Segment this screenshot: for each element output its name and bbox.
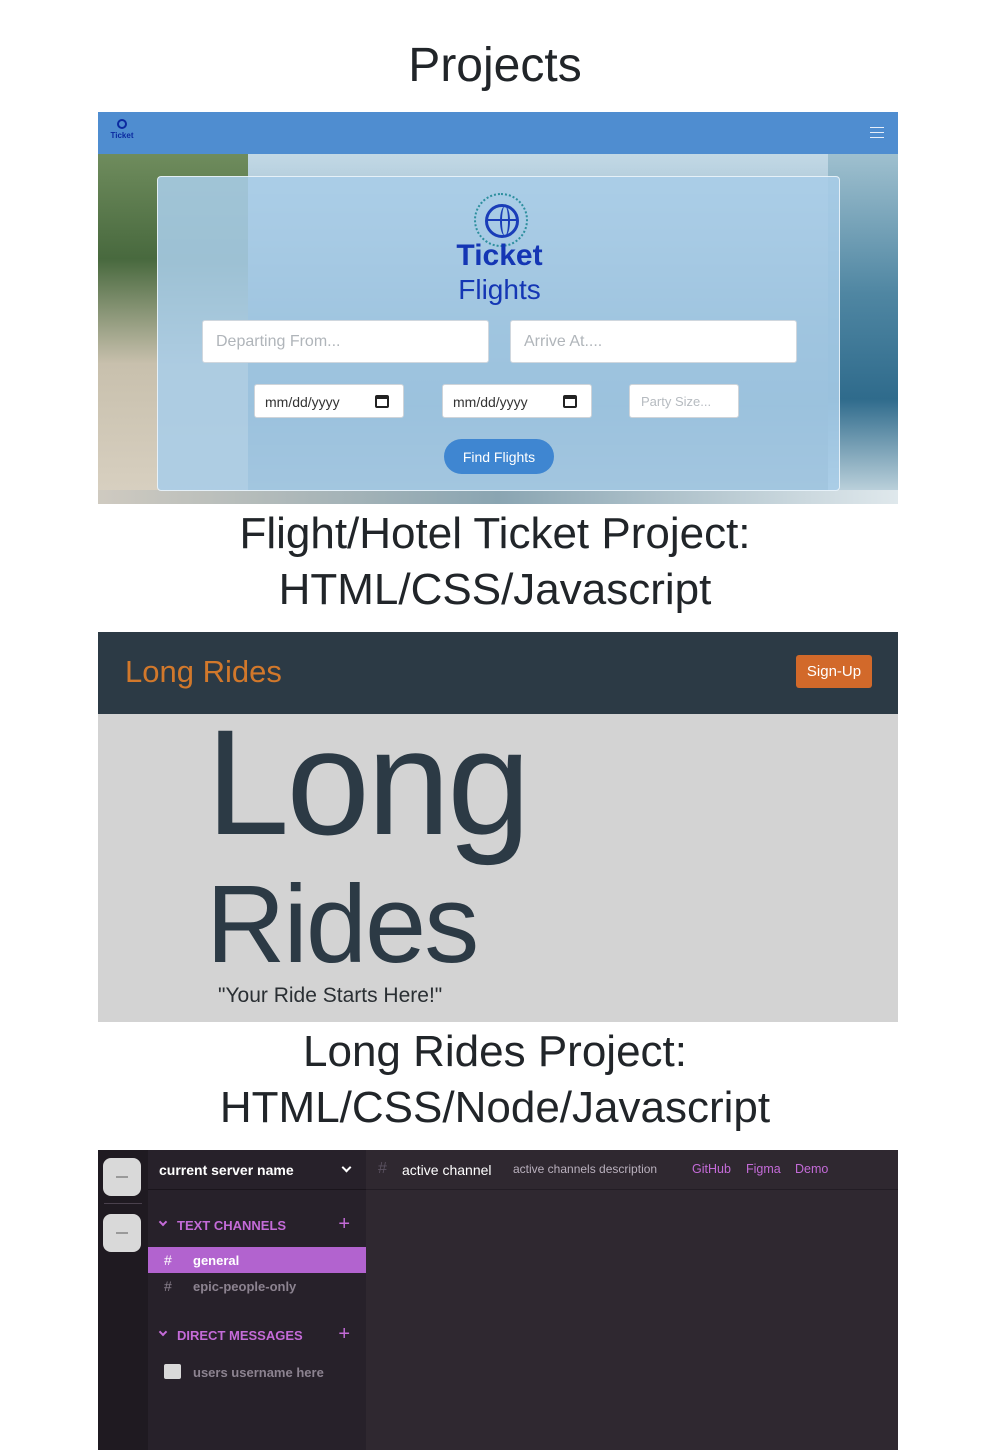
party-size-input[interactable] xyxy=(629,384,739,418)
hero-tagline: "Your Ride Starts Here!" xyxy=(218,984,443,1007)
background-bottom-strip xyxy=(98,490,898,504)
text-channels-section[interactable]: TEXT CHANNELS + xyxy=(148,1213,366,1236)
server-name: current server name xyxy=(159,1162,294,1178)
return-date-value: mm/dd/yyyy xyxy=(453,394,528,410)
calendar-icon xyxy=(563,395,577,408)
chevron-down-icon[interactable] xyxy=(158,1327,168,1337)
sign-up-button[interactable]: Sign-Up xyxy=(796,655,872,688)
active-channel-description: active channels description xyxy=(513,1162,658,1176)
find-flights-button[interactable]: Find Flights xyxy=(444,439,554,474)
brand-title-line1: Ticket xyxy=(456,239,543,272)
project-caption-ticket: Flight/Hotel Ticket Project: HTML/CSS/Ja… xyxy=(0,506,990,618)
departing-from-input[interactable] xyxy=(202,320,489,363)
channel-item-epic-people-only[interactable]: # epic-people-only xyxy=(148,1273,366,1299)
ticket-project-screenshot[interactable]: Ticket Ticket Flights mm/dd/yyyy mm/dd/y… xyxy=(98,112,898,504)
server-header[interactable]: current server name xyxy=(148,1150,366,1190)
channel-name: general xyxy=(193,1253,240,1268)
hero-title-line2: Rides xyxy=(206,863,479,986)
hamburger-menu-icon[interactable] xyxy=(870,127,884,138)
brand-title-line2: Flights xyxy=(458,274,541,305)
server-icon[interactable] xyxy=(103,1158,141,1196)
active-channel-name: active channel xyxy=(402,1162,492,1178)
departure-date-value: mm/dd/yyyy xyxy=(265,394,340,410)
hash-icon: # xyxy=(164,1278,172,1294)
caption-line2: HTML/CSS/Javascript xyxy=(278,565,712,614)
page-title: Projects xyxy=(408,39,582,92)
channel-sidebar: current server name TEXT CHANNELS + # ge… xyxy=(148,1150,366,1450)
dm-username: users username here xyxy=(193,1365,324,1380)
channel-item-general[interactable]: # general xyxy=(148,1247,366,1273)
channel-header: # active channel active channels descrip… xyxy=(366,1150,898,1190)
add-channel-icon[interactable]: + xyxy=(338,1213,350,1236)
departure-date-input[interactable]: mm/dd/yyyy xyxy=(254,384,404,418)
direct-messages-section[interactable]: DIRECT MESSAGES + xyxy=(148,1323,366,1346)
long-rides-project-screenshot[interactable]: Long Rides Sign-Up Long Rides "Your Ride… xyxy=(98,632,898,1022)
return-date-input[interactable]: mm/dd/yyyy xyxy=(442,384,592,418)
globe-icon xyxy=(117,119,127,129)
hero-title-line1: Long xyxy=(206,698,531,866)
hash-icon: # xyxy=(164,1252,172,1268)
chat-app-project-screenshot[interactable]: current server name TEXT CHANNELS + # ge… xyxy=(98,1150,898,1450)
channel-name: epic-people-only xyxy=(193,1279,297,1294)
calendar-icon xyxy=(375,395,389,408)
server-rail xyxy=(98,1150,148,1450)
nav-logo-text: Ticket xyxy=(110,131,134,140)
chevron-down-icon[interactable] xyxy=(158,1217,168,1227)
ticket-navbar: Ticket xyxy=(98,112,898,154)
github-link[interactable]: GitHub xyxy=(692,1162,731,1176)
hash-icon: # xyxy=(378,1160,387,1177)
dm-item[interactable]: users username here xyxy=(148,1360,366,1384)
caption-line1: Long Rides Project: xyxy=(303,1027,687,1076)
rail-divider xyxy=(104,1203,142,1204)
chevron-down-icon[interactable] xyxy=(341,1162,352,1173)
text-channels-label: TEXT CHANNELS xyxy=(177,1218,287,1233)
flight-search-card: Ticket Flights mm/dd/yyyy mm/dd/yyyy Fin… xyxy=(157,176,840,491)
demo-link[interactable]: Demo xyxy=(795,1162,828,1176)
server-icon[interactable] xyxy=(103,1214,141,1252)
project-caption-long-rides: Long Rides Project: HTML/CSS/Node/Javasc… xyxy=(0,1024,990,1136)
caption-line2: HTML/CSS/Node/Javascript xyxy=(219,1083,771,1132)
long-rides-brand[interactable]: Long Rides xyxy=(125,654,282,690)
avatar xyxy=(164,1364,181,1379)
ticket-nav-logo[interactable]: Ticket xyxy=(108,119,136,140)
caption-line1: Flight/Hotel Ticket Project: xyxy=(239,509,751,558)
figma-link[interactable]: Figma xyxy=(746,1162,781,1176)
direct-messages-label: DIRECT MESSAGES xyxy=(177,1328,303,1343)
arrive-at-input[interactable] xyxy=(510,320,797,363)
add-dm-icon[interactable]: + xyxy=(338,1323,350,1346)
